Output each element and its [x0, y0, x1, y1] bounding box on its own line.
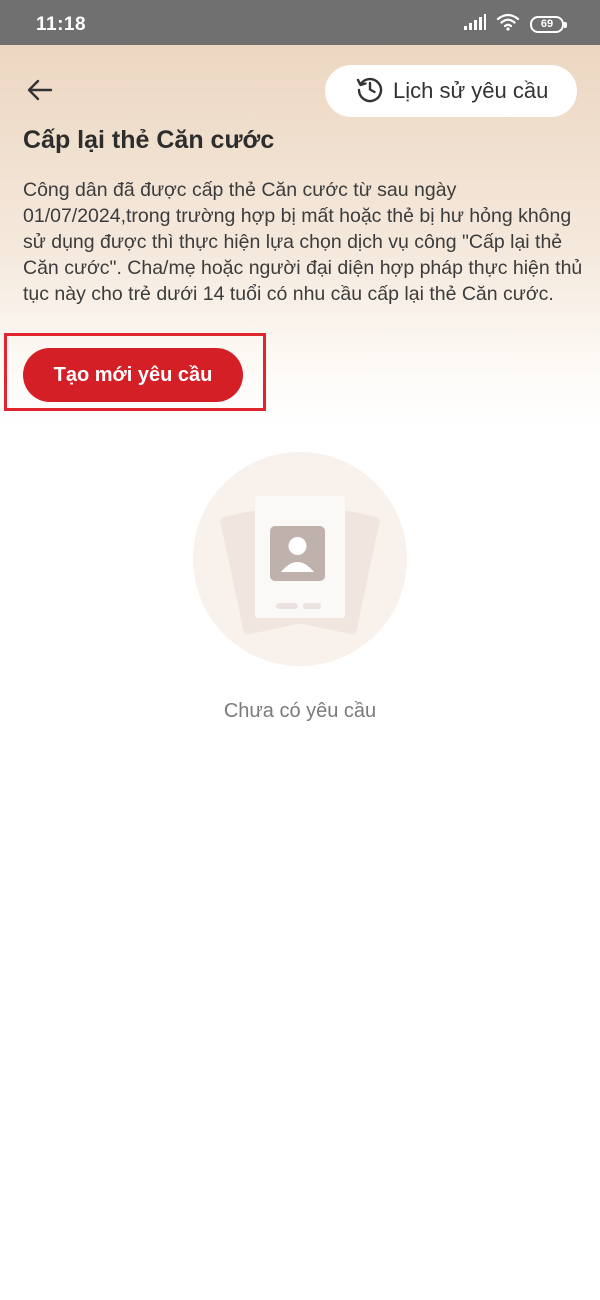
history-label: Lịch sử yêu cầu: [393, 78, 549, 103]
status-bar: 11:18 69: [0, 0, 600, 45]
page-title: Cấp lại thẻ Căn cước: [23, 126, 275, 154]
empty-state-text: Chưa có yêu cầu: [223, 700, 377, 722]
back-button[interactable]: [20, 72, 60, 112]
history-button[interactable]: Lịch sử yêu cầu: [325, 65, 577, 117]
page-description: Công dân đã được cấp thẻ Căn cước từ sau…: [23, 179, 583, 305]
wifi-icon: [496, 13, 520, 36]
status-time: 11:18: [36, 14, 87, 35]
arrow-left-icon: [27, 79, 53, 106]
battery-icon: 69: [530, 15, 567, 33]
battery-level: 69: [540, 18, 554, 30]
signal-icon: [464, 13, 486, 35]
empty-state-illustration: [193, 452, 407, 666]
clock-history-icon: [355, 74, 385, 109]
create-request-button[interactable]: Tạo mới yêu cầu: [23, 348, 243, 402]
status-icons: 69: [464, 13, 567, 36]
